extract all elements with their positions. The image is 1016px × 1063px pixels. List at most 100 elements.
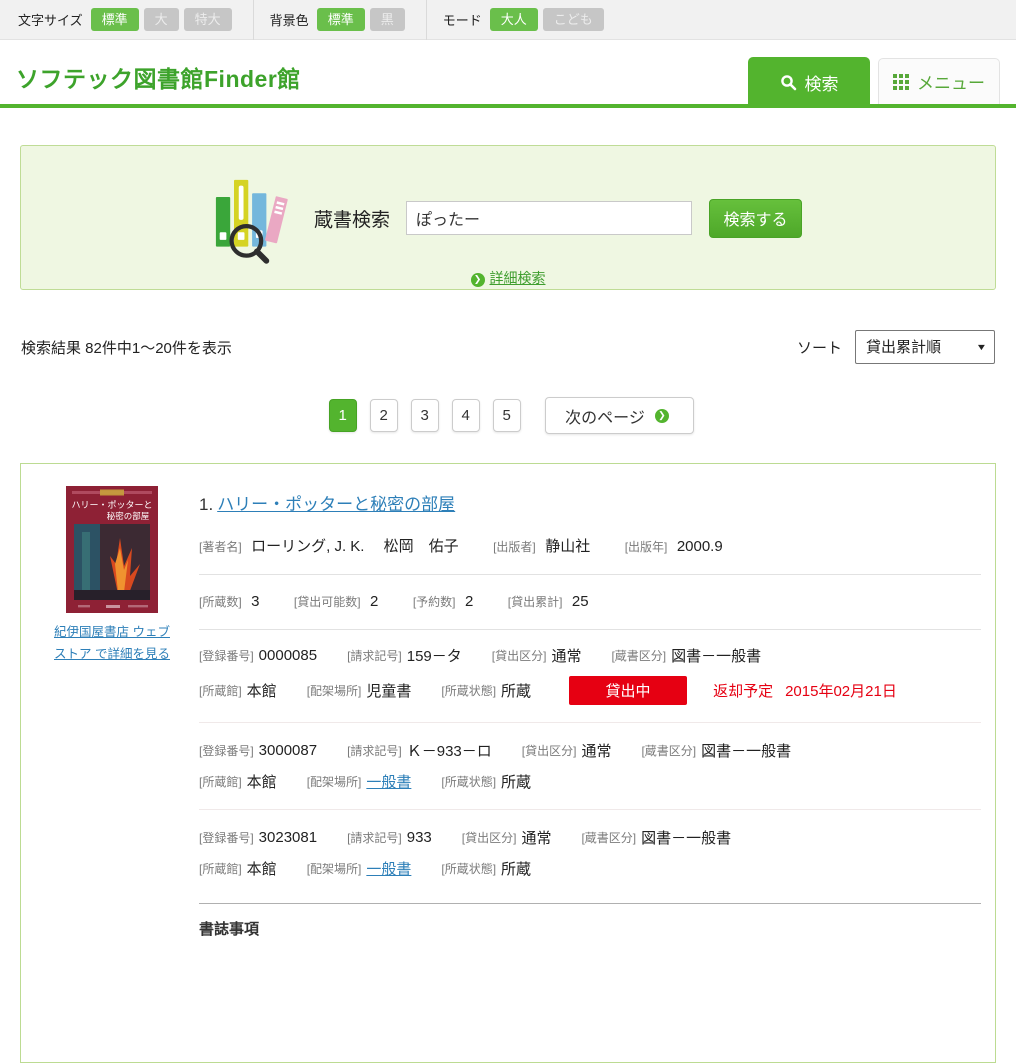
result-item-panel: ハリー・ポッターと 秘密の部屋 紀伊国屋書店 ウェブストア で詳細を見る 1.ハ…: [20, 463, 996, 1063]
divider: [426, 0, 427, 40]
tab-search[interactable]: 検索: [748, 57, 870, 108]
reg-number-label: [登録番号]: [199, 742, 254, 759]
tab-search-label: 検索: [805, 70, 839, 95]
cover-title-line1: ハリー・ポッターと: [71, 500, 152, 510]
bg-color-standard-button[interactable]: 標準: [317, 8, 365, 31]
call-number-label: [請求記号]: [347, 742, 402, 759]
loan-type-value: 通常: [581, 740, 611, 761]
status-value: 所蔵: [501, 771, 531, 792]
search-input[interactable]: [406, 201, 692, 235]
library-label: [所蔵館]: [199, 773, 242, 790]
catalog-search-panel: 蔵書検索 検索する ❯詳細検索: [20, 145, 996, 290]
reg-number-value: 3000087: [259, 742, 317, 759]
mode-adult-button[interactable]: 大人: [490, 8, 538, 31]
publisher-value: 静山社: [545, 538, 590, 555]
result-rank: 1.: [199, 495, 213, 514]
books-magnifier-icon: [214, 172, 294, 264]
reg-number-label: [登録番号]: [199, 647, 254, 664]
loan-type-label: [貸出区分]: [462, 829, 517, 846]
reg-number-label: [登録番号]: [199, 829, 254, 846]
meta-row: [著者名] ローリング, J. K. 松岡 佑子 [出版者] 静山社 [出版年]…: [199, 535, 981, 559]
due-date-value: 2015年02月21日: [785, 683, 897, 700]
holdings-row: [所蔵数] 3 [貸出可能数] 2 [予約数] 2 [貸出累計] 25: [199, 590, 981, 614]
font-size-label: 文字サイズ: [18, 10, 83, 29]
advanced-search-row: ❯詳細検索: [21, 268, 995, 288]
collection-value: 図書－一般書: [701, 740, 791, 761]
next-page-button[interactable]: 次のページ ❯: [545, 397, 694, 434]
divider: [199, 574, 981, 575]
shelf-location-link[interactable]: 一般書: [366, 771, 411, 792]
due-date: 返却予定 2015年02月21日: [713, 680, 897, 701]
status-value: 所蔵: [501, 858, 531, 879]
page-button-1[interactable]: 1: [329, 399, 357, 432]
sort-select[interactable]: 貸出累計順: [855, 330, 995, 364]
reg-number-value: 0000085: [259, 647, 317, 664]
call-number-value: 159－タ: [407, 645, 462, 666]
advanced-search-link[interactable]: 詳細検索: [490, 270, 546, 286]
search-submit-button[interactable]: 検索する: [709, 199, 802, 238]
copy-line-2: [所蔵館] 本館 [配架場所] 一般書 [所蔵状態] 所蔵: [199, 858, 981, 879]
shelf-label: [配架場所]: [307, 682, 362, 699]
page-button-4[interactable]: 4: [452, 399, 480, 432]
collection-label: [蔵書区分]: [611, 647, 666, 664]
shelf-location-link[interactable]: 一般書: [366, 858, 411, 879]
next-page-label: 次のページ: [565, 404, 645, 428]
sort-select-wrap: 貸出累計順: [855, 330, 995, 364]
search-row: 蔵書検索 検索する: [21, 146, 995, 264]
catalog-search-label: 蔵書検索: [314, 205, 390, 232]
copy-line-1: [登録番号] 0000085 [請求記号] 159－タ [貸出区分] 通常 [蔵…: [199, 645, 981, 666]
cover-title-line2: 秘密の部屋: [107, 511, 150, 521]
font-size-large-button[interactable]: 大: [144, 8, 179, 31]
copy-line-2: [所蔵館] 本館 [配架場所] 児童書 [所蔵状態] 所蔵 貸出中 返却予定20…: [199, 676, 981, 705]
result-title-row: 1.ハリー・ポッターと秘密の部屋: [199, 490, 981, 515]
copy-record: [登録番号] 0000085 [請求記号] 159－タ [貸出区分] 通常 [蔵…: [199, 645, 981, 705]
pubyear-label: [出版年]: [625, 540, 668, 554]
book-cover-image: ハリー・ポッターと 秘密の部屋: [66, 486, 158, 613]
call-number-label: [請求記号]: [347, 647, 402, 664]
bibliographic-section-heading: 書誌事項: [199, 918, 981, 939]
cover-column: ハリー・ポッターと 秘密の部屋 紀伊国屋書店 ウェブストア で詳細を見る: [51, 486, 173, 1062]
mode-kids-button[interactable]: こども: [543, 8, 604, 31]
site-header: ソフテック図書館Finder館 検索 メニュー: [0, 40, 1016, 104]
divider: [199, 809, 981, 810]
font-size-xlarge-button[interactable]: 特大: [184, 8, 232, 31]
holdings-count-value: 3: [251, 593, 259, 610]
divider: [199, 722, 981, 723]
tab-menu[interactable]: メニュー: [878, 58, 1000, 104]
library-value: 本館: [247, 858, 277, 879]
arrow-circle-icon: ❯: [655, 409, 669, 423]
detail-column: 1.ハリー・ポッターと秘密の部屋 [著者名] ローリング, J. K. 松岡 佑…: [199, 486, 981, 1062]
site-title: ソフテック図書館Finder館: [16, 60, 301, 94]
results-bar: 検索結果 82件中1〜20件を表示 ソート 貸出累計順: [21, 330, 995, 364]
bg-color-black-button[interactable]: 黒: [370, 8, 405, 31]
available-value: 2: [370, 593, 378, 610]
font-size-standard-button[interactable]: 標準: [91, 8, 139, 31]
divider: [199, 629, 981, 630]
result-title-link[interactable]: ハリー・ポッターと秘密の部屋: [217, 495, 455, 514]
page-button-2[interactable]: 2: [370, 399, 398, 432]
accessibility-bar: 文字サイズ 標準 大 特大 背景色 標準 黒 モード 大人 こども: [0, 0, 1016, 40]
results-summary: 検索結果 82件中1〜20件を表示: [21, 337, 232, 358]
copy-record: [登録番号] 3023081 [請求記号] 933 [貸出区分] 通常 [蔵書区…: [199, 827, 981, 879]
reserve-label: [予約数]: [413, 595, 456, 609]
call-number-value: Ｋ－933－ロ: [407, 740, 492, 761]
available-label: [貸出可能数]: [294, 595, 361, 609]
copy-record: [登録番号] 3000087 [請求記号] Ｋ－933－ロ [貸出区分] 通常 …: [199, 740, 981, 792]
kinokuniya-store-link[interactable]: 紀伊国屋書店 ウェブストア で詳細を見る: [54, 622, 170, 666]
loan-total-label: [貸出累計]: [508, 595, 563, 609]
library-label: [所蔵館]: [199, 860, 242, 877]
collection-value: 図書－一般書: [671, 645, 761, 666]
page-button-5[interactable]: 5: [493, 399, 521, 432]
menu-grid-icon: [893, 74, 909, 90]
shelf-label: [配架場所]: [307, 773, 362, 790]
header-tabs: 検索 メニュー: [748, 57, 1000, 108]
page-button-3[interactable]: 3: [411, 399, 439, 432]
author-label: [著者名]: [199, 540, 242, 554]
divider: [253, 0, 254, 40]
status-label: [所蔵状態]: [441, 682, 496, 699]
on-loan-badge: 貸出中: [569, 676, 687, 705]
due-date-label: 返却予定: [713, 683, 773, 700]
font-size-group: 文字サイズ 標準 大 特大: [18, 8, 237, 31]
library-value: 本館: [247, 771, 277, 792]
status-value: 所蔵: [501, 680, 531, 701]
